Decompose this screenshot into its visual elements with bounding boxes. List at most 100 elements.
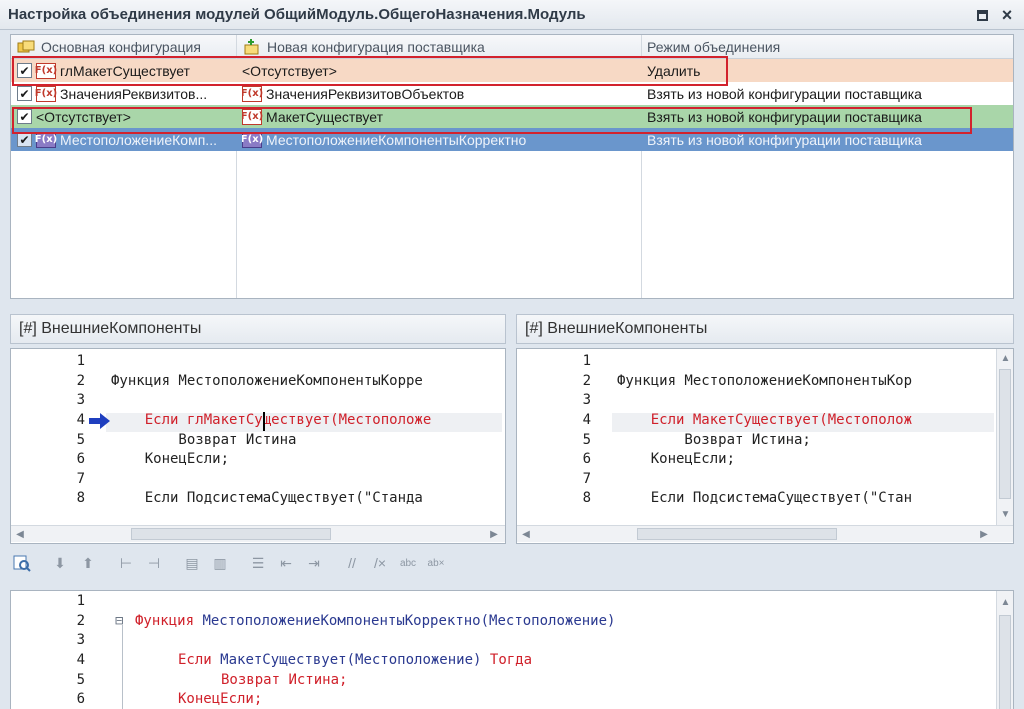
spell-check-icon[interactable]: abc bbox=[396, 551, 420, 575]
comment-icon[interactable]: // bbox=[340, 551, 364, 575]
copy-left-icon[interactable]: ▤ bbox=[180, 551, 204, 575]
table-row[interactable]: ✔ F(x) ЗначенияРеквизитов... F(x) Значен… bbox=[11, 82, 1013, 105]
merge-mode-cell[interactable]: Взять из новой конфигурации поставщика bbox=[647, 86, 922, 102]
row-checkbox[interactable]: ✔ bbox=[17, 86, 32, 101]
table-header: Основная конфигурация Новая конфигурация… bbox=[11, 35, 1013, 59]
window-title: Настройка объединения модулей ОбщийМодул… bbox=[8, 6, 586, 23]
scroll-thumb[interactable] bbox=[637, 528, 837, 540]
line-number: 4 bbox=[76, 412, 85, 428]
vendor-config-cell: ЗначенияРеквизитовОбъектов bbox=[266, 85, 465, 102]
line-number: 1 bbox=[582, 353, 591, 369]
main-config-cell: <Отсутствует> bbox=[36, 108, 131, 125]
tree-collapse-icon[interactable]: ⊣ bbox=[142, 551, 166, 575]
scroll-thumb[interactable] bbox=[999, 369, 1011, 499]
line-number: 5 bbox=[76, 432, 85, 448]
spell-uncheck-icon[interactable]: ab× bbox=[424, 551, 448, 575]
code-line: КонецЕсли; bbox=[178, 691, 263, 707]
line-number: 2 bbox=[76, 373, 85, 389]
header-label: Новая конфигурация поставщика bbox=[267, 39, 485, 55]
row-checkbox[interactable]: ✔ bbox=[17, 132, 32, 147]
copy-right-icon[interactable]: ▥ bbox=[208, 551, 232, 575]
header-main-config[interactable]: Основная конфигурация bbox=[17, 38, 201, 56]
scroll-thumb[interactable] bbox=[999, 615, 1011, 709]
horizontal-scrollbar[interactable]: ◀ ▶ bbox=[517, 525, 1013, 542]
line-number: 6 bbox=[76, 691, 85, 707]
code-line: КонецЕсли; bbox=[617, 451, 736, 467]
code-line: Если ПодсистемаСуществует("Стан bbox=[617, 490, 913, 506]
table-row-selected[interactable]: ✔ F(x) МестоположениеКомп... F(x) Местоп… bbox=[11, 128, 1013, 151]
right-code-panel[interactable]: 1 2 3 4 5 6 7 8 Функция МестоположениеКо… bbox=[516, 348, 1014, 544]
function-icon: F(x) bbox=[35, 131, 57, 148]
outdent-right-icon[interactable]: ⇥ bbox=[302, 551, 326, 575]
code-line-changed: Если МакетСуществует(Местополож bbox=[617, 412, 913, 428]
line-number: 7 bbox=[76, 471, 85, 487]
maximize-icon[interactable] bbox=[973, 6, 991, 24]
outdent-left-icon[interactable]: ⇤ bbox=[274, 551, 298, 575]
merge-table: Основная конфигурация Новая конфигурация… bbox=[10, 34, 1014, 299]
main-config-icon bbox=[17, 40, 35, 53]
code-line: Возврат Истина; bbox=[221, 672, 348, 688]
line-number: 6 bbox=[582, 451, 591, 467]
compare-icon[interactable] bbox=[10, 551, 34, 575]
merge-mode-cell[interactable]: Взять из новой конфигурации поставщика bbox=[647, 109, 922, 125]
vertical-scrollbar[interactable]: ▲ bbox=[996, 591, 1013, 709]
text-cursor bbox=[263, 412, 265, 431]
header-merge-mode[interactable]: Режим объединения bbox=[647, 38, 780, 56]
line-number: 4 bbox=[582, 412, 591, 428]
vendor-config-cell: МестоположениеКомпонентыКорректно bbox=[266, 131, 527, 148]
scroll-left-icon[interactable]: ◀ bbox=[519, 528, 533, 541]
line-number: 5 bbox=[76, 672, 85, 688]
header-vendor-config[interactable]: Новая конфигурация поставщика bbox=[243, 38, 485, 56]
indent-icon[interactable]: ☰ bbox=[246, 551, 270, 575]
fold-guide-line bbox=[122, 625, 123, 709]
scroll-up-icon[interactable]: ▲ bbox=[999, 351, 1012, 365]
code-line: Возврат Истина bbox=[111, 432, 297, 448]
left-panel-title: [#] ВнешниеКомпоненты bbox=[10, 314, 506, 344]
vendor-config-cell: МакетСуществует bbox=[266, 108, 383, 125]
scroll-left-icon[interactable]: ◀ bbox=[13, 528, 27, 541]
scroll-right-icon[interactable]: ▶ bbox=[487, 528, 501, 541]
merge-mode-cell[interactable]: Удалить bbox=[647, 63, 700, 79]
function-icon: F(x) bbox=[242, 131, 263, 148]
table-row[interactable]: ✔ <Отсутствует> F(x) МакетСуществует Взя… bbox=[11, 105, 1013, 128]
row-checkbox[interactable]: ✔ bbox=[17, 63, 32, 78]
function-icon: F(x) bbox=[35, 62, 57, 79]
scroll-right-icon[interactable]: ▶ bbox=[977, 528, 991, 541]
merge-mode-cell[interactable]: Взять из новой конфигурации поставщика bbox=[647, 132, 922, 148]
current-line-arrow-icon bbox=[89, 413, 110, 429]
header-label: Режим объединения bbox=[647, 39, 781, 55]
code-line: Функция МестоположениеКомпонентыКорре bbox=[111, 373, 423, 389]
scroll-thumb[interactable] bbox=[131, 528, 331, 540]
line-number: 8 bbox=[582, 490, 591, 506]
line-number: 2 bbox=[582, 373, 591, 389]
close-icon[interactable]: × bbox=[998, 5, 1016, 25]
uncomment-icon[interactable]: /× bbox=[368, 551, 392, 575]
scroll-up-icon[interactable]: ▲ bbox=[999, 595, 1012, 609]
scroll-down-icon[interactable]: ▼ bbox=[999, 507, 1012, 521]
line-number: 1 bbox=[76, 593, 85, 609]
main-config-cell: ЗначенияРеквизитов... bbox=[60, 85, 208, 102]
line-number: 6 bbox=[76, 451, 85, 467]
horizontal-scrollbar[interactable]: ◀ ▶ bbox=[11, 525, 505, 542]
left-code-panel[interactable]: 1 2 3 4 5 6 7 8 Функция МестоположениеКо… bbox=[10, 348, 506, 544]
vendor-config-cell: <Отсутствует> bbox=[242, 62, 337, 79]
line-number: 7 bbox=[582, 471, 591, 487]
line-number: 3 bbox=[76, 392, 85, 408]
right-panel-title: [#] ВнешниеКомпоненты bbox=[516, 314, 1014, 344]
line-number: 8 bbox=[76, 490, 85, 506]
tree-expand-icon[interactable]: ⊢ bbox=[114, 551, 138, 575]
table-row[interactable]: ✔ F(x) глМакетСуществует <Отсутствует> У… bbox=[11, 59, 1013, 82]
arrow-up-icon[interactable]: ⬆ bbox=[76, 551, 100, 575]
vertical-scrollbar[interactable]: ▲ ▼ bbox=[996, 349, 1013, 525]
row-checkbox[interactable]: ✔ bbox=[17, 109, 32, 124]
main-config-cell: глМакетСуществует bbox=[60, 62, 190, 79]
code-line: Функция МестоположениеКомпонентыКорректн… bbox=[135, 613, 616, 629]
merge-toolbar: ⬇ ⬆ ⊢ ⊣ ▤ ▥ ☰ ⇤ ⇥ // /× abc ab× bbox=[10, 548, 1014, 578]
code-line: Возврат Истина; bbox=[617, 432, 811, 448]
arrow-down-icon[interactable]: ⬇ bbox=[48, 551, 72, 575]
code-line: Функция МестоположениеКомпонентыКор bbox=[617, 373, 913, 389]
line-number: 2 bbox=[76, 613, 85, 629]
merged-code-panel[interactable]: 1 2 3 4 5 6 ⊟ Функция МестоположениеКомп… bbox=[10, 590, 1014, 709]
line-number: 1 bbox=[76, 353, 85, 369]
code-line: Если МакетСуществует(Местоположение) Тог… bbox=[178, 652, 533, 668]
